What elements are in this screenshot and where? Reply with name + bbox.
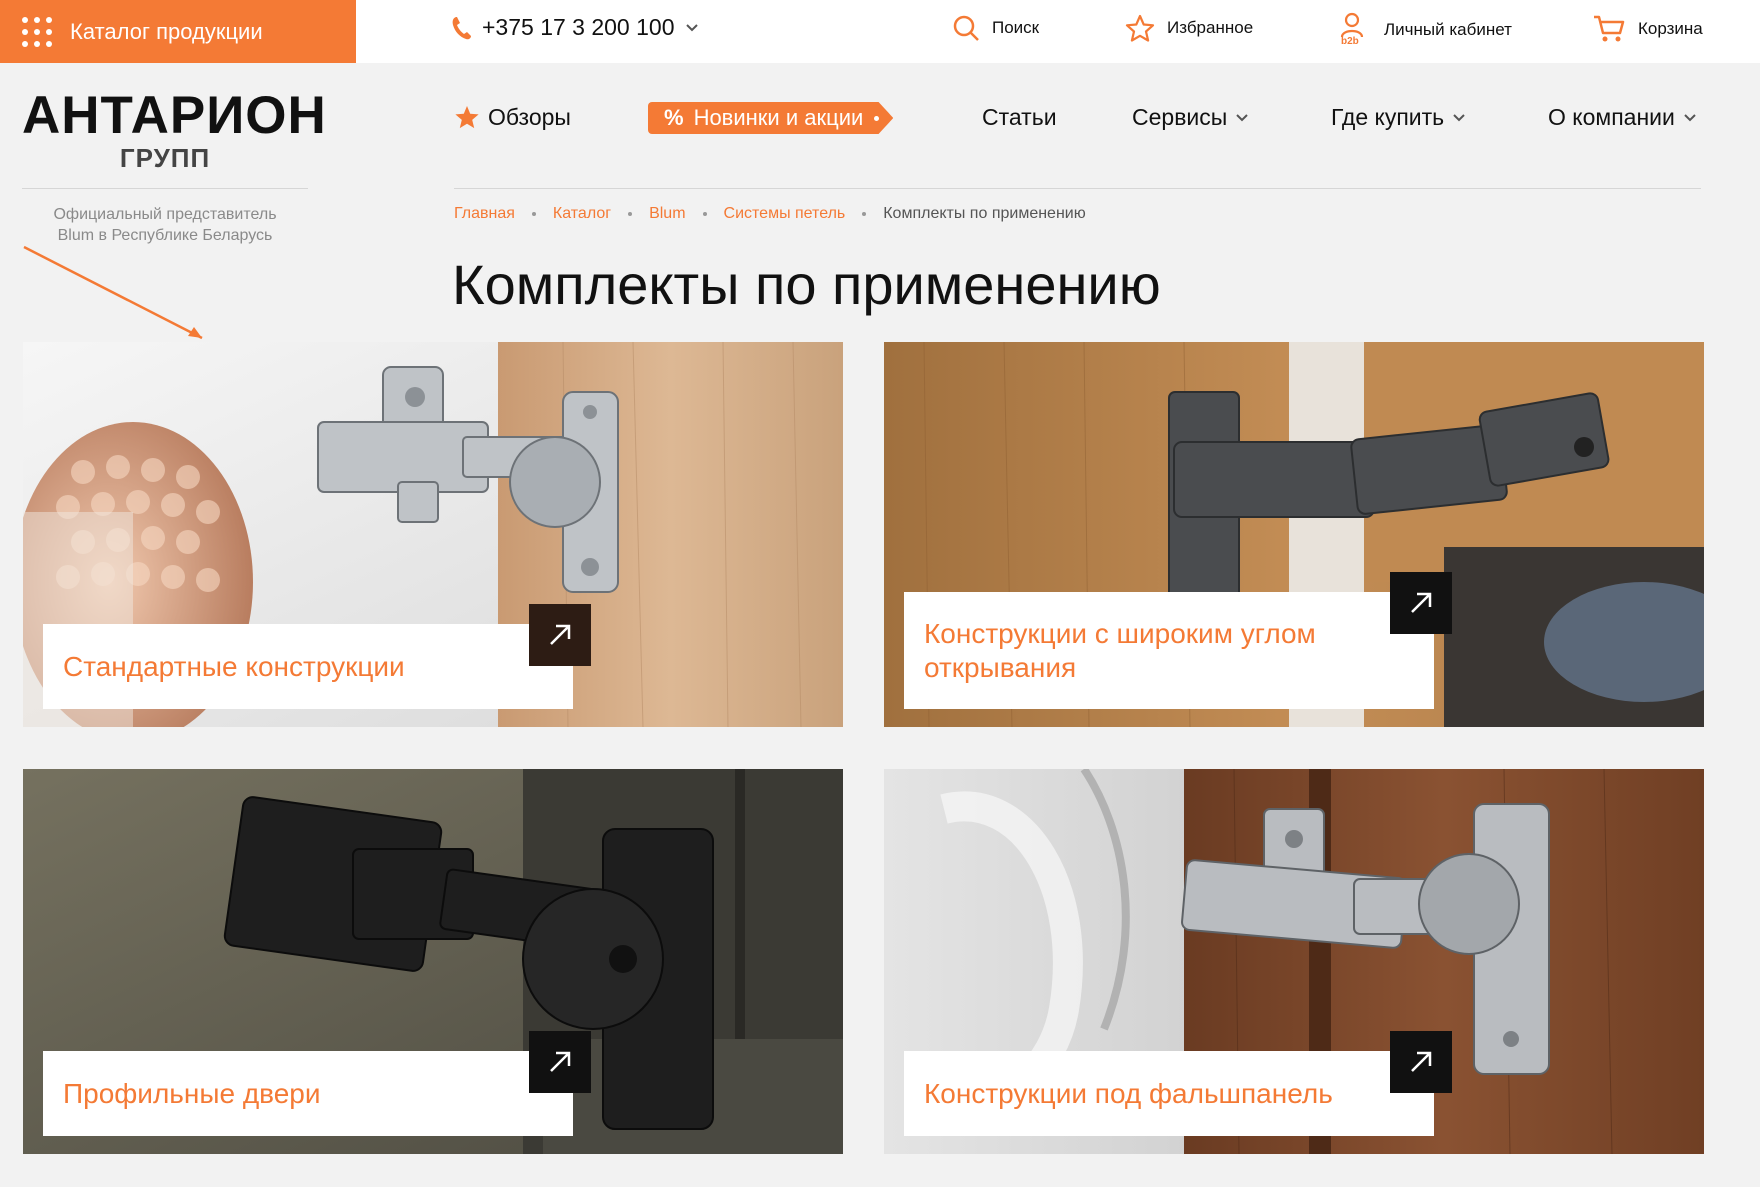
card-title-line-2: открывания bbox=[924, 651, 1077, 683]
account-label: Личный кабинет bbox=[1384, 20, 1512, 39]
cart-label: Корзина bbox=[1638, 19, 1703, 38]
favorites-link[interactable]: Избранное bbox=[1125, 14, 1253, 42]
card-wide-angle-constructions[interactable]: Конструкции с широким углом открывания bbox=[884, 342, 1704, 727]
nav-where-to-buy[interactable]: Где купить bbox=[1331, 104, 1466, 131]
search-label: Поиск bbox=[992, 18, 1040, 37]
phone-number: +375 17 3 200 100 bbox=[482, 14, 675, 40]
nav-reviews-label: Обзоры bbox=[488, 104, 571, 130]
breadcrumb-hinge-systems[interactable]: Системы петель bbox=[724, 205, 846, 223]
nav-services-label: Сервисы bbox=[1132, 104, 1228, 130]
card-label: Профильные двери bbox=[43, 1051, 573, 1136]
card-standard-constructions[interactable]: Стандартные конструкции bbox=[23, 342, 843, 727]
nav-promo-label: Новинки и акции bbox=[693, 105, 864, 130]
arrow-up-right-icon[interactable] bbox=[1390, 1031, 1452, 1093]
breadcrumb-home[interactable]: Главная bbox=[454, 205, 515, 223]
nav-articles-label: Статьи bbox=[982, 104, 1057, 130]
nav-services[interactable]: Сервисы bbox=[1132, 104, 1249, 131]
nav-about-label: О компании bbox=[1548, 104, 1675, 130]
card-label: Стандартные конструкции bbox=[43, 624, 573, 709]
logo-divider bbox=[22, 188, 308, 189]
page-title: Комплекты по применению bbox=[452, 253, 1161, 316]
card-title: Конструкции под фальшпанель bbox=[924, 1077, 1333, 1109]
breadcrumb: Главная Каталог Blum Системы петель Комп… bbox=[454, 205, 1086, 223]
card-label: Конструкции под фальшпанель bbox=[904, 1051, 1434, 1136]
breadcrumb-separator bbox=[702, 212, 707, 216]
cart-link[interactable]: Корзина bbox=[1592, 14, 1703, 44]
breadcrumb-current: Комплекты по применению bbox=[883, 205, 1086, 222]
phone-icon bbox=[452, 16, 471, 39]
top-bar: Каталог продукции +375 17 3 200 100 Поис… bbox=[0, 0, 1760, 63]
nav-reviews[interactable]: Обзоры bbox=[454, 104, 571, 131]
card-title: Профильные двери bbox=[63, 1077, 321, 1109]
catalog-button[interactable]: Каталог продукции bbox=[0, 0, 356, 63]
chevron-down-icon bbox=[1684, 113, 1696, 121]
promo-dot bbox=[874, 116, 880, 121]
breadcrumb-separator bbox=[628, 212, 633, 216]
chevron-down-icon bbox=[1236, 113, 1249, 121]
annotation-arrow-icon bbox=[23, 245, 203, 340]
chevron-down-icon bbox=[1453, 113, 1465, 121]
nav-articles[interactable]: Статьи bbox=[982, 104, 1057, 131]
nav-promo-button[interactable]: % Новинки и акции bbox=[648, 102, 894, 134]
user-b2b-icon: b2b bbox=[1340, 12, 1364, 48]
breadcrumb-catalog[interactable]: Каталог bbox=[553, 205, 611, 223]
account-link[interactable]: b2b Личный кабинет bbox=[1340, 12, 1512, 48]
card-label: Конструкции с широким углом открывания bbox=[904, 592, 1434, 709]
favorites-label: Избранное bbox=[1167, 18, 1254, 37]
logo-subtitle: ГРУПП bbox=[119, 143, 211, 173]
search-link[interactable]: Поиск bbox=[952, 14, 1039, 42]
tagline-line-1: Официальный представитель bbox=[53, 206, 277, 223]
percent-icon: % bbox=[664, 105, 684, 130]
arrow-up-right-icon[interactable] bbox=[529, 604, 591, 666]
card-profile-doors[interactable]: Профильные двери bbox=[23, 769, 843, 1154]
breadcrumb-blum[interactable]: Blum bbox=[649, 205, 685, 223]
grid-dots-icon bbox=[22, 16, 52, 47]
chevron-down-icon[interactable] bbox=[685, 23, 699, 33]
cart-icon bbox=[1594, 15, 1625, 42]
tagline-line-2: Blum в Республике Беларусь bbox=[57, 227, 273, 244]
nav-where-to-buy-label: Где купить bbox=[1331, 104, 1445, 130]
phone-link[interactable]: +375 17 3 200 100 bbox=[450, 14, 699, 41]
arrow-up-right-icon[interactable] bbox=[1390, 572, 1452, 634]
breadcrumb-separator bbox=[862, 212, 867, 216]
catalog-button-label: Каталог продукции bbox=[70, 18, 263, 44]
card-title: Конструкции с широким углом открывания bbox=[924, 617, 1316, 685]
card-title: Стандартные конструкции bbox=[63, 650, 405, 682]
search-icon bbox=[953, 15, 979, 41]
star-filled-icon bbox=[455, 105, 479, 128]
logo-tagline: Официальный представитель Blum в Республ… bbox=[22, 204, 308, 246]
breadcrumb-separator bbox=[531, 212, 536, 216]
card-title-line-1: Конструкции с широким углом bbox=[924, 617, 1316, 649]
card-false-panel-constructions[interactable]: Конструкции под фальшпанель bbox=[884, 769, 1704, 1154]
main-nav: Обзоры % Новинки и акции Статьи Сервисы … bbox=[0, 100, 1760, 140]
nav-divider bbox=[454, 188, 1701, 189]
b2b-badge: b2b bbox=[1341, 36, 1359, 47]
arrow-up-right-icon[interactable] bbox=[529, 1031, 591, 1093]
nav-about[interactable]: О компании bbox=[1548, 104, 1697, 131]
star-icon bbox=[1125, 14, 1155, 42]
